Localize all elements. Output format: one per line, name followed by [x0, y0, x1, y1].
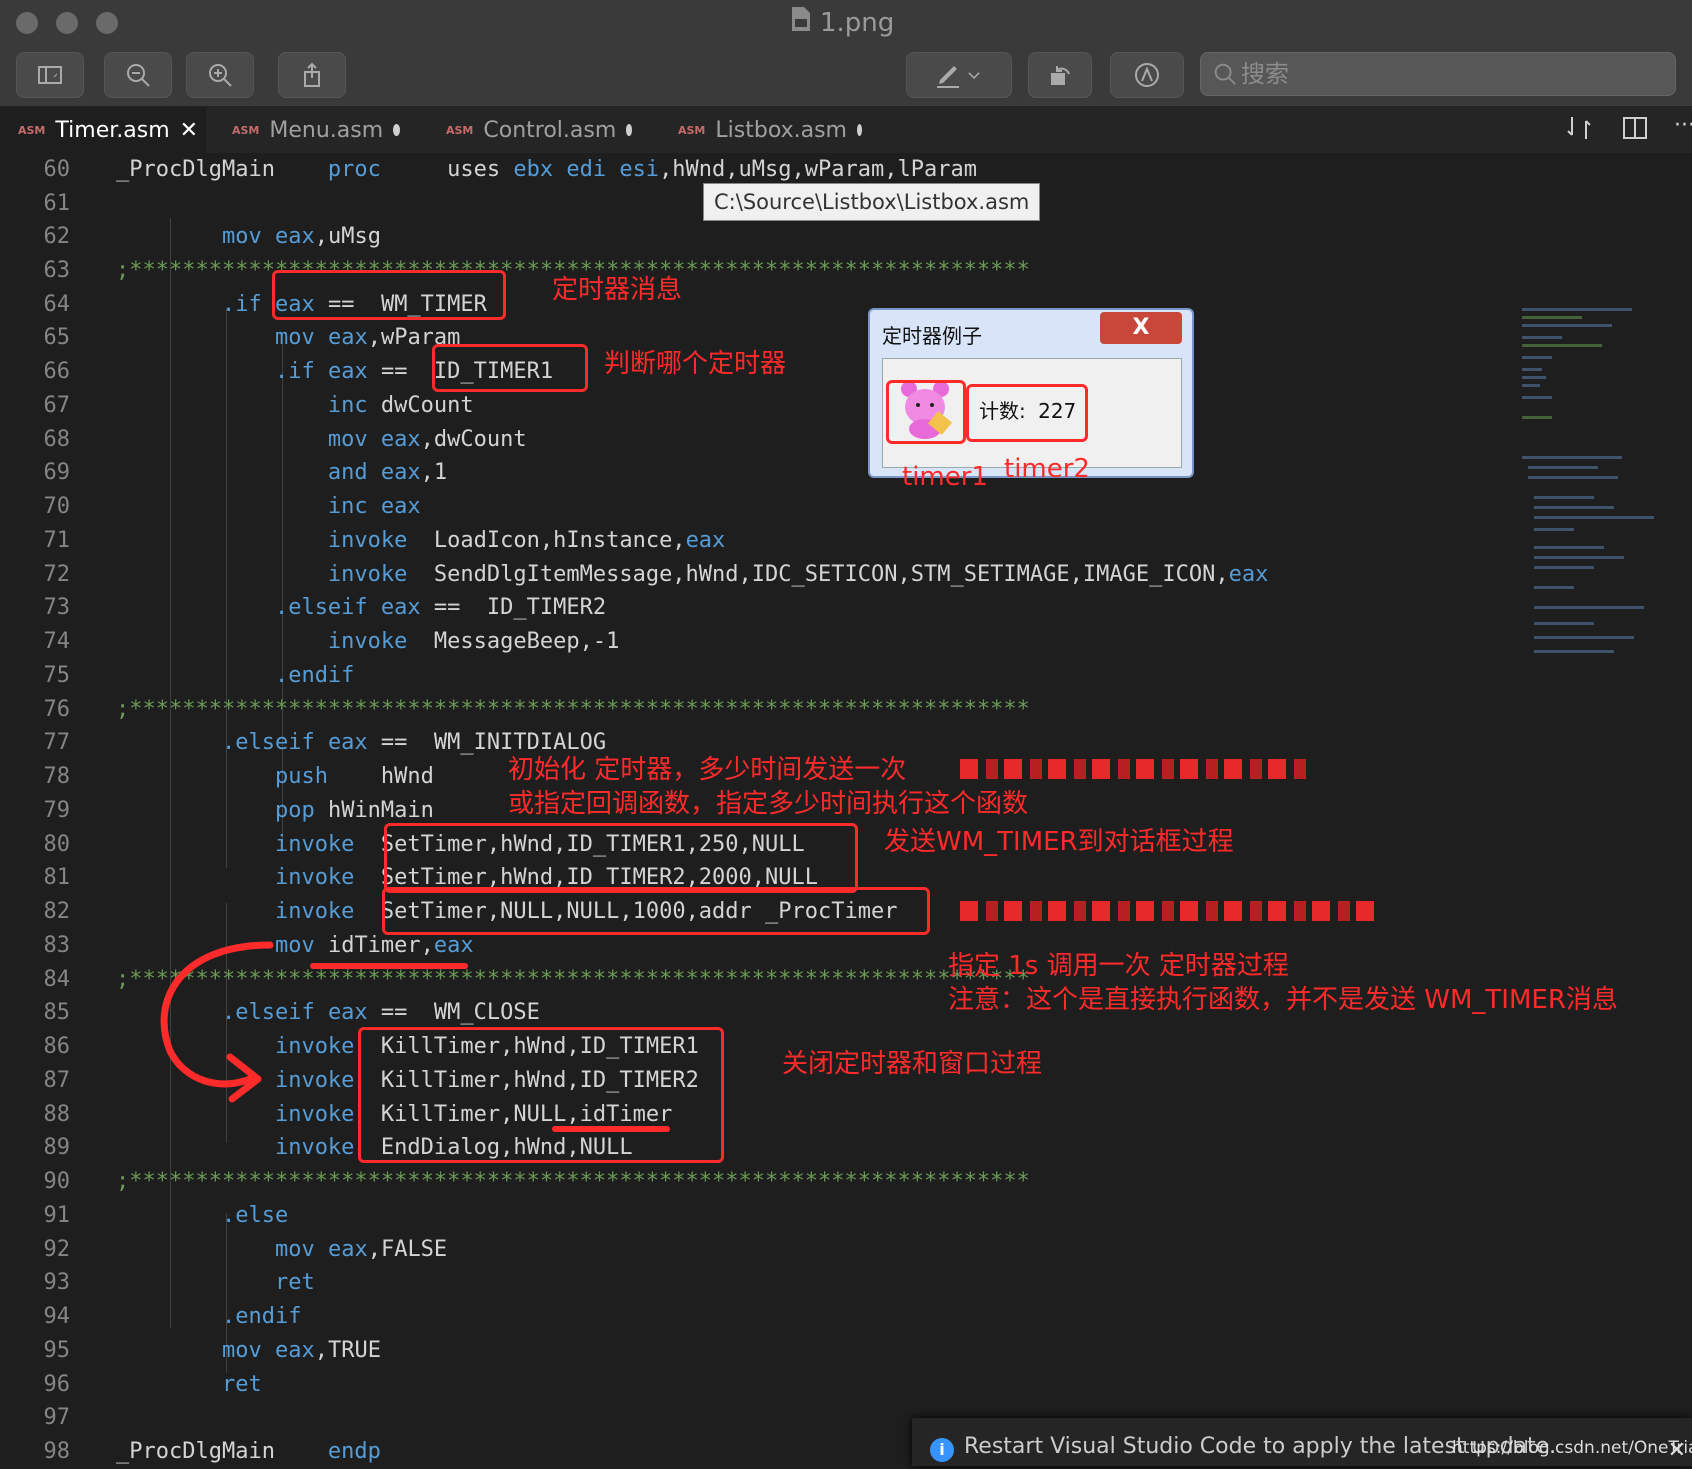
editor-tab-bar: ASM Timer.asm ✕ ASM Menu.asm ASM Control…	[0, 107, 1692, 153]
asm-file-icon: ASM	[446, 123, 474, 137]
highlight-box-settimer-callback	[382, 887, 930, 935]
annotation-close-timer: 关闭定时器和窗口过程	[782, 1049, 1043, 1079]
label-timer2: timer2	[1004, 454, 1090, 484]
chevron-down-icon	[968, 72, 980, 79]
tab-label: Timer.asm	[55, 117, 170, 143]
unsaved-dot-icon[interactable]	[393, 124, 400, 136]
rotate-icon	[1051, 66, 1070, 85]
asm-file-icon: ASM	[678, 123, 706, 137]
search-icon	[1214, 63, 1236, 85]
highlight-box-wm-timer	[272, 270, 506, 320]
redacted-mark	[960, 759, 1310, 779]
zoom-out-button[interactable]	[104, 52, 172, 98]
annotation-note-direct-call: 注意：这个是直接执行函数，并不是发送 WM_TIMER消息	[948, 985, 1618, 1015]
annotation-init-timer: 初始化 定时器，多少时间发送一次	[508, 755, 907, 785]
share-button[interactable]	[278, 52, 346, 98]
compare-changes-icon[interactable]	[1564, 113, 1594, 147]
image-file-icon	[790, 6, 812, 41]
info-icon: i	[930, 1438, 954, 1462]
file-path-tooltip: C:\Source\Listbox\Listbox.asm	[703, 183, 1041, 221]
annotation-callback: 或指定回调函数，指定多少时间执行这个函数	[508, 789, 1029, 819]
close-window-button[interactable]	[16, 12, 38, 34]
tab-listbox-asm[interactable]: ASM Listbox.asm	[660, 107, 880, 153]
share-icon	[304, 62, 320, 87]
underline-idtimer-kill	[552, 1126, 670, 1132]
dialog-title: 定时器例子	[882, 324, 982, 348]
annotation-send-wm-timer: 发送WM_TIMER到对话框过程	[884, 827, 1234, 857]
annotation-which-timer: 判断哪个定时器	[604, 349, 787, 379]
asm-file-icon: ASM	[232, 123, 260, 137]
highlight-box-settimer-dialog	[384, 823, 858, 893]
minimap[interactable]	[1518, 306, 1658, 686]
tab-timer-asm[interactable]: ASM Timer.asm ✕	[0, 107, 206, 153]
tab-menu-asm[interactable]: ASM Menu.asm	[214, 107, 418, 153]
more-actions-icon[interactable]: ···	[1674, 113, 1692, 138]
search-field[interactable]	[1200, 52, 1676, 96]
asm-file-icon: ASM	[18, 123, 46, 137]
window-title: 1.png	[790, 6, 894, 40]
zoom-window-button[interactable]	[96, 12, 118, 34]
markup-circle-icon	[1135, 63, 1159, 87]
window-titlebar: 1.png	[0, 0, 1692, 107]
highlight-box-timer2-count	[966, 384, 1088, 442]
label-timer1: timer1	[902, 462, 988, 492]
underline-idtimer-mov	[310, 963, 468, 969]
annotate-button[interactable]	[1110, 52, 1184, 98]
close-tab-icon[interactable]: ✕	[180, 118, 198, 143]
highlight-box-timer1-icon	[886, 380, 966, 444]
highlight-box-id-timer1	[432, 344, 588, 392]
tab-label: Menu.asm	[269, 117, 384, 143]
minimize-window-button[interactable]	[56, 12, 78, 34]
zoom-out-icon	[127, 64, 150, 87]
search-input[interactable]	[1239, 59, 1643, 89]
split-editor-icon[interactable]	[1620, 113, 1650, 147]
annotation-timer-message: 定时器消息	[552, 275, 683, 305]
pen-icon	[937, 66, 959, 88]
rotate-button[interactable]	[1028, 52, 1092, 98]
zoom-in-button[interactable]	[186, 52, 254, 98]
arrow-icon	[160, 941, 274, 1103]
tab-label: Listbox.asm	[715, 117, 847, 143]
tab-label: Control.asm	[483, 117, 617, 143]
unsaved-dot-icon[interactable]	[856, 124, 862, 136]
window-title-text: 1.png	[820, 8, 895, 38]
code-editor[interactable]: 60 _ProcDlgMain proc uses ebx edi esi,hWn…	[0, 153, 1692, 1466]
sidebar-icon	[38, 66, 62, 84]
tab-control-asm[interactable]: ASM Control.asm	[428, 107, 650, 153]
markup-button[interactable]	[906, 52, 1012, 98]
dialog-close-button[interactable]: X	[1100, 312, 1182, 344]
sidebar-toggle-button[interactable]	[16, 52, 84, 98]
highlight-box-killtimer	[358, 1027, 724, 1163]
unsaved-dot-icon[interactable]	[626, 124, 632, 136]
watermark-url: https://blog.csdn.net/OneTrianee	[1452, 1438, 1692, 1458]
zoom-in-icon	[209, 64, 232, 87]
annotation-1s-callback: 指定 1s 调用一次 定时器过程	[948, 951, 1289, 981]
redacted-mark	[960, 901, 1380, 921]
